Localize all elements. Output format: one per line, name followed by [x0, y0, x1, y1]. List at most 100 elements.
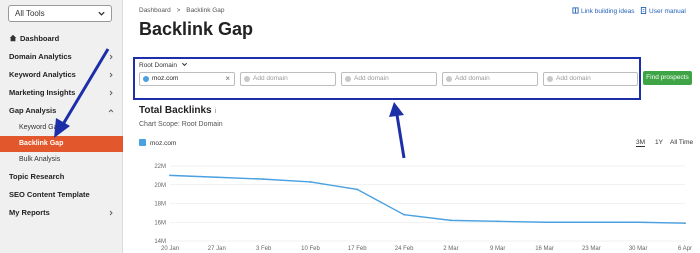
y-tick-label: 20M	[154, 183, 166, 189]
domain-color-dot	[244, 76, 250, 82]
domain-input-placeholder: Add domain	[455, 75, 490, 82]
breadcrumb-current: Backlink Gap	[186, 7, 225, 14]
info-icon[interactable]: i	[215, 108, 217, 115]
x-tick-label: 27 Jan	[208, 246, 226, 252]
document-icon	[640, 7, 647, 14]
y-tick-label: 18M	[154, 202, 166, 208]
sidebar-item-label: Keyword Gap	[19, 124, 62, 131]
data-point[interactable]	[637, 221, 640, 224]
x-tick-label: 10 Feb	[301, 246, 320, 252]
x-tick-label: 20 Jan	[161, 246, 179, 252]
domain-input-4[interactable]: Add domain	[442, 72, 538, 86]
breadcrumb-separator: >	[176, 7, 181, 14]
series-line-moz.com[interactable]	[169, 174, 686, 224]
data-point[interactable]	[356, 188, 359, 191]
x-tick-label: 24 Feb	[395, 246, 414, 252]
sidebar-item-label: Domain Analytics	[9, 52, 72, 61]
chevron-down-icon	[181, 62, 187, 67]
domain-input-placeholder: Add domain	[354, 75, 389, 82]
x-tick-label: 30 Mar	[629, 246, 648, 252]
x-tick-label: 23 Mar	[582, 246, 601, 252]
y-tick-label: 14M	[154, 239, 166, 245]
domain-input-5[interactable]: Add domain	[543, 72, 638, 86]
tools-select[interactable]: All Tools	[8, 5, 112, 22]
data-point[interactable]	[215, 176, 218, 179]
sidebar-item-dashboard[interactable]: Dashboard	[0, 30, 123, 47]
range-all-time[interactable]: All Time	[670, 139, 693, 146]
section-title: Total Backlinks i	[139, 105, 216, 116]
domain-color-dot	[345, 76, 351, 82]
chevron-right-icon	[109, 210, 113, 216]
sidebar-item-label: Dashboard	[20, 34, 60, 43]
breadcrumb: Dashboard > Backlink Gap	[139, 7, 229, 14]
x-tick-label: 6 Apr	[678, 246, 692, 252]
sidebar-item-keyword-gap[interactable]: Keyword Gap	[0, 120, 123, 136]
data-point[interactable]	[496, 220, 499, 223]
data-point[interactable]	[684, 222, 686, 225]
checkbox-icon[interactable]	[139, 139, 146, 146]
user-manual-link[interactable]: User manual	[640, 7, 686, 15]
domain-input-placeholder: Add domain	[253, 75, 288, 82]
sidebar-item-topic-research[interactable]: Topic Research	[0, 168, 123, 185]
chevron-down-icon	[98, 11, 105, 16]
domain-input-placeholder: Add domain	[556, 75, 591, 82]
data-point[interactable]	[403, 213, 405, 216]
root-domain-dropdown[interactable]: Root Domain	[139, 61, 188, 69]
x-tick-label: 9 Mar	[490, 246, 505, 252]
app-window: All Tools Dashboard Domain Analytics Key…	[0, 0, 700, 253]
range-3m[interactable]: 3M	[636, 139, 646, 147]
user-manual-label: User manual	[649, 8, 686, 15]
sidebar-item-domain-analytics[interactable]: Domain Analytics	[0, 48, 123, 65]
chart-legend[interactable]: moz.com	[139, 139, 176, 147]
chevron-right-icon	[109, 54, 113, 60]
find-prospects-button[interactable]: Find prospects	[643, 71, 692, 85]
sidebar: All Tools Dashboard Domain Analytics Key…	[0, 0, 123, 253]
sidebar-item-marketing-insights[interactable]: Marketing Insights	[0, 84, 123, 101]
breadcrumb-dashboard[interactable]: Dashboard	[139, 7, 171, 14]
link-building-ideas-link[interactable]: Link building ideas	[572, 7, 634, 15]
sidebar-item-bulk-analysis[interactable]: Bulk Analysis	[0, 152, 123, 168]
page-title: Backlink Gap	[139, 19, 254, 39]
domain-color-dot	[143, 76, 149, 82]
chevron-right-icon	[109, 72, 113, 78]
tools-select-label: All Tools	[15, 9, 45, 18]
data-point[interactable]	[169, 174, 171, 177]
chevron-right-icon	[109, 90, 113, 96]
sidebar-item-label: Bulk Analysis	[19, 156, 61, 163]
sidebar-item-keyword-analytics[interactable]: Keyword Analytics	[0, 66, 123, 83]
chart-scope: Chart Scope: Root Domain	[139, 121, 223, 128]
book-icon	[572, 7, 579, 14]
sidebar-item-label: My Reports	[9, 208, 50, 217]
sidebar-item-label: Topic Research	[9, 172, 65, 181]
domain-color-dot	[446, 76, 452, 82]
data-point[interactable]	[543, 221, 546, 224]
sidebar-item-label: Marketing Insights	[9, 88, 76, 97]
x-tick-label: 3 Feb	[256, 246, 272, 252]
sidebar-item-label: SEO Content Template	[9, 190, 90, 199]
data-point[interactable]	[590, 221, 593, 224]
clear-icon[interactable]: ×	[225, 73, 230, 85]
x-tick-label: 2 Mar	[443, 246, 458, 252]
x-tick-label: 16 Mar	[535, 246, 554, 252]
sidebar-item-backlink-gap[interactable]: Backlink Gap	[0, 136, 123, 152]
link-building-ideas-label: Link building ideas	[581, 8, 635, 15]
data-point[interactable]	[450, 219, 452, 222]
sidebar-item-seo-content-template[interactable]: SEO Content Template	[0, 186, 123, 203]
sidebar-item-label: Keyword Analytics	[9, 70, 76, 79]
legend-label: moz.com	[150, 140, 177, 147]
data-point[interactable]	[309, 181, 312, 183]
chevron-up-icon	[108, 109, 114, 113]
home-icon	[9, 34, 17, 42]
total-backlinks-label: Total Backlinks	[139, 105, 212, 116]
total-backlinks-chart: 22M 20M 18M 16M 14M20 Jan 27 Jan 3 Feb 10 Feb 17…	[154, 164, 692, 252]
x-tick-label: 17 Feb	[348, 246, 367, 252]
data-point[interactable]	[262, 178, 265, 181]
domain-input-1[interactable]: moz.com ×	[139, 72, 235, 86]
domain-input-2[interactable]: Add domain	[240, 72, 336, 86]
range-1y[interactable]: 1Y	[655, 139, 663, 146]
domain-input-3[interactable]: Add domain	[341, 72, 437, 86]
domain-input-value: moz.com	[152, 75, 179, 82]
sidebar-item-my-reports[interactable]: My Reports	[0, 204, 123, 221]
sidebar-item-gap-analysis[interactable]: Gap Analysis	[0, 102, 123, 119]
y-tick-label: 22M	[154, 164, 166, 170]
